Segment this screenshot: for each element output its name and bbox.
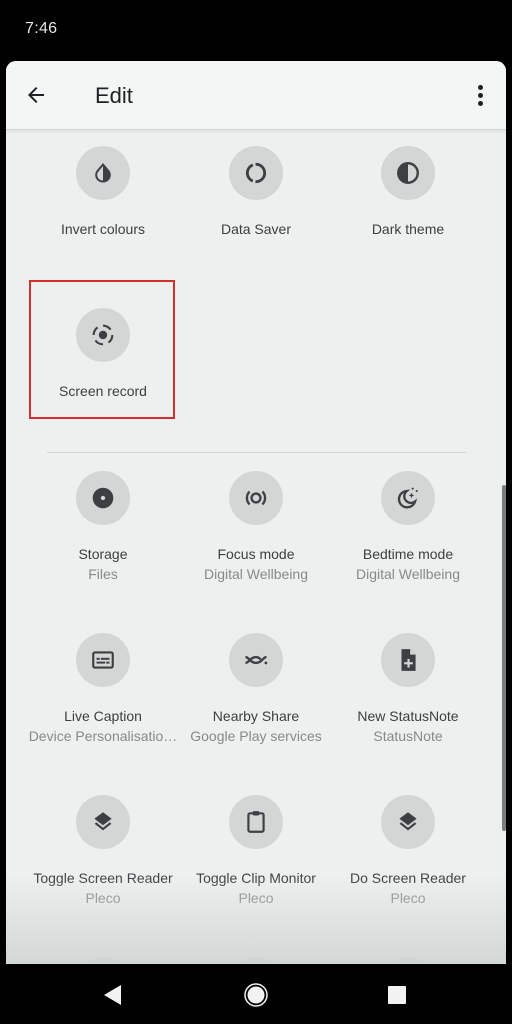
tile-label: Dark theme	[371, 221, 445, 237]
tile-sublabel: Digital Wellbeing	[355, 566, 460, 582]
tile-icon-bg	[76, 795, 130, 849]
tile-label: Invert colours	[60, 221, 146, 237]
tile-icon-bg	[229, 471, 283, 525]
tile-label: Bedtime mode	[362, 546, 454, 562]
back-icon	[104, 985, 121, 1005]
more-vert-icon	[477, 84, 483, 90]
tile-label: Nearby Share	[212, 708, 300, 724]
tile-sublabel: Pleco	[238, 890, 274, 906]
arrow-back-icon	[28, 87, 44, 103]
layers-icon	[94, 812, 112, 831]
back-button[interactable]	[22, 81, 50, 109]
tile-label: New StatusNote	[357, 708, 459, 724]
tile-label: Toggle Screen Reader	[33, 870, 173, 886]
tile-sublabel: Pleco	[85, 890, 121, 906]
tile-do-screen-reader[interactable]: Do Screen Reader Pleco	[332, 795, 484, 907]
tile-sublabel: Pleco	[390, 890, 426, 906]
tile-sublabel: Digital Wellbeing	[203, 566, 308, 582]
focus-mode-icon	[245, 490, 267, 506]
tile-peek	[382, 957, 436, 964]
tile-peek	[77, 957, 131, 964]
recents-icon	[388, 986, 406, 1004]
nearby-share-icon	[245, 655, 268, 665]
tile-label: Storage	[78, 546, 128, 562]
screen-record-icon	[92, 324, 114, 346]
tile-icon-bg	[76, 308, 130, 362]
data-saver-icon	[245, 162, 267, 184]
tile-label: Toggle Clip Monitor	[196, 870, 316, 886]
nav-home-button[interactable]	[243, 982, 269, 1008]
tiles-list: Invert colours Data Saver Dark theme Scr…	[6, 131, 506, 964]
nav-recents-button[interactable]	[384, 982, 410, 1008]
navigation-bar	[0, 964, 512, 1024]
tile-icon-bg	[229, 146, 283, 200]
invert-colors-icon	[95, 162, 111, 183]
more-options-button[interactable]	[468, 81, 492, 109]
dark-theme-icon	[397, 162, 419, 184]
tile-label: Live Caption	[64, 708, 142, 724]
edit-panel: Edit Invert colours Data Saver Dark them…	[6, 61, 506, 964]
page-title: Edit	[95, 83, 133, 108]
tile-sublabel: Device Personalisatio…	[28, 728, 178, 744]
tile-label: Do Screen Reader	[350, 870, 466, 886]
clipboard-icon	[247, 811, 265, 833]
new-note-icon	[401, 649, 416, 671]
tile-icon-bg	[229, 795, 283, 849]
tile-toggle-clip-monitor[interactable]: Toggle Clip Monitor Pleco	[180, 795, 332, 907]
tile-nearby-share[interactable]: Nearby Share Google Play services	[180, 633, 332, 745]
home-icon	[244, 983, 268, 1007]
tile-bedtime-mode[interactable]: Bedtime mode Digital Wellbeing	[332, 471, 484, 583]
tile-new-statusnote[interactable]: New StatusNote StatusNote	[332, 633, 484, 745]
tile-label: Data Saver	[220, 221, 292, 237]
tile-icon-bg	[76, 471, 130, 525]
nav-back-button[interactable]	[100, 982, 126, 1008]
tile-label: Screen record	[59, 383, 147, 399]
tile-icon-bg	[76, 633, 130, 687]
tile-icon-bg	[76, 146, 130, 200]
more-vert-dot	[477, 100, 483, 106]
more-vert-dot	[477, 92, 483, 98]
tile-invert-colours[interactable]: Invert colours	[27, 146, 179, 238]
layers-icon	[399, 812, 417, 831]
tile-icon-bg	[381, 633, 435, 687]
tile-label: Focus mode	[217, 546, 295, 562]
tile-peek	[230, 957, 284, 964]
tile-sublabel: StatusNote	[373, 728, 443, 744]
storage-icon	[92, 487, 114, 509]
tile-dark-theme[interactable]: Dark theme	[332, 146, 484, 238]
tile-storage[interactable]: Storage Files	[27, 471, 179, 583]
tile-icon-bg	[381, 471, 435, 525]
app-bar: Edit	[6, 61, 506, 130]
live-caption-icon	[92, 651, 114, 669]
status-bar: 7:46	[0, 0, 512, 60]
tile-toggle-screen-reader[interactable]: Toggle Screen Reader Pleco	[27, 795, 179, 907]
tile-live-caption[interactable]: Live Caption Device Personalisatio…	[27, 633, 179, 745]
tile-icon-bg	[229, 633, 283, 687]
tile-data-saver[interactable]: Data Saver	[180, 146, 332, 238]
status-time: 7:46	[25, 20, 58, 37]
bedtime-icon	[397, 487, 418, 509]
section-divider	[47, 452, 466, 453]
tile-icon-bg	[381, 795, 435, 849]
scrollbar[interactable]	[502, 485, 506, 831]
tile-sublabel: Files	[88, 566, 118, 582]
tile-sublabel: Google Play services	[190, 728, 322, 744]
tile-icon-bg	[381, 146, 435, 200]
tile-focus-mode[interactable]: Focus mode Digital Wellbeing	[180, 471, 332, 583]
tile-screen-record[interactable]: Screen record	[27, 308, 179, 400]
